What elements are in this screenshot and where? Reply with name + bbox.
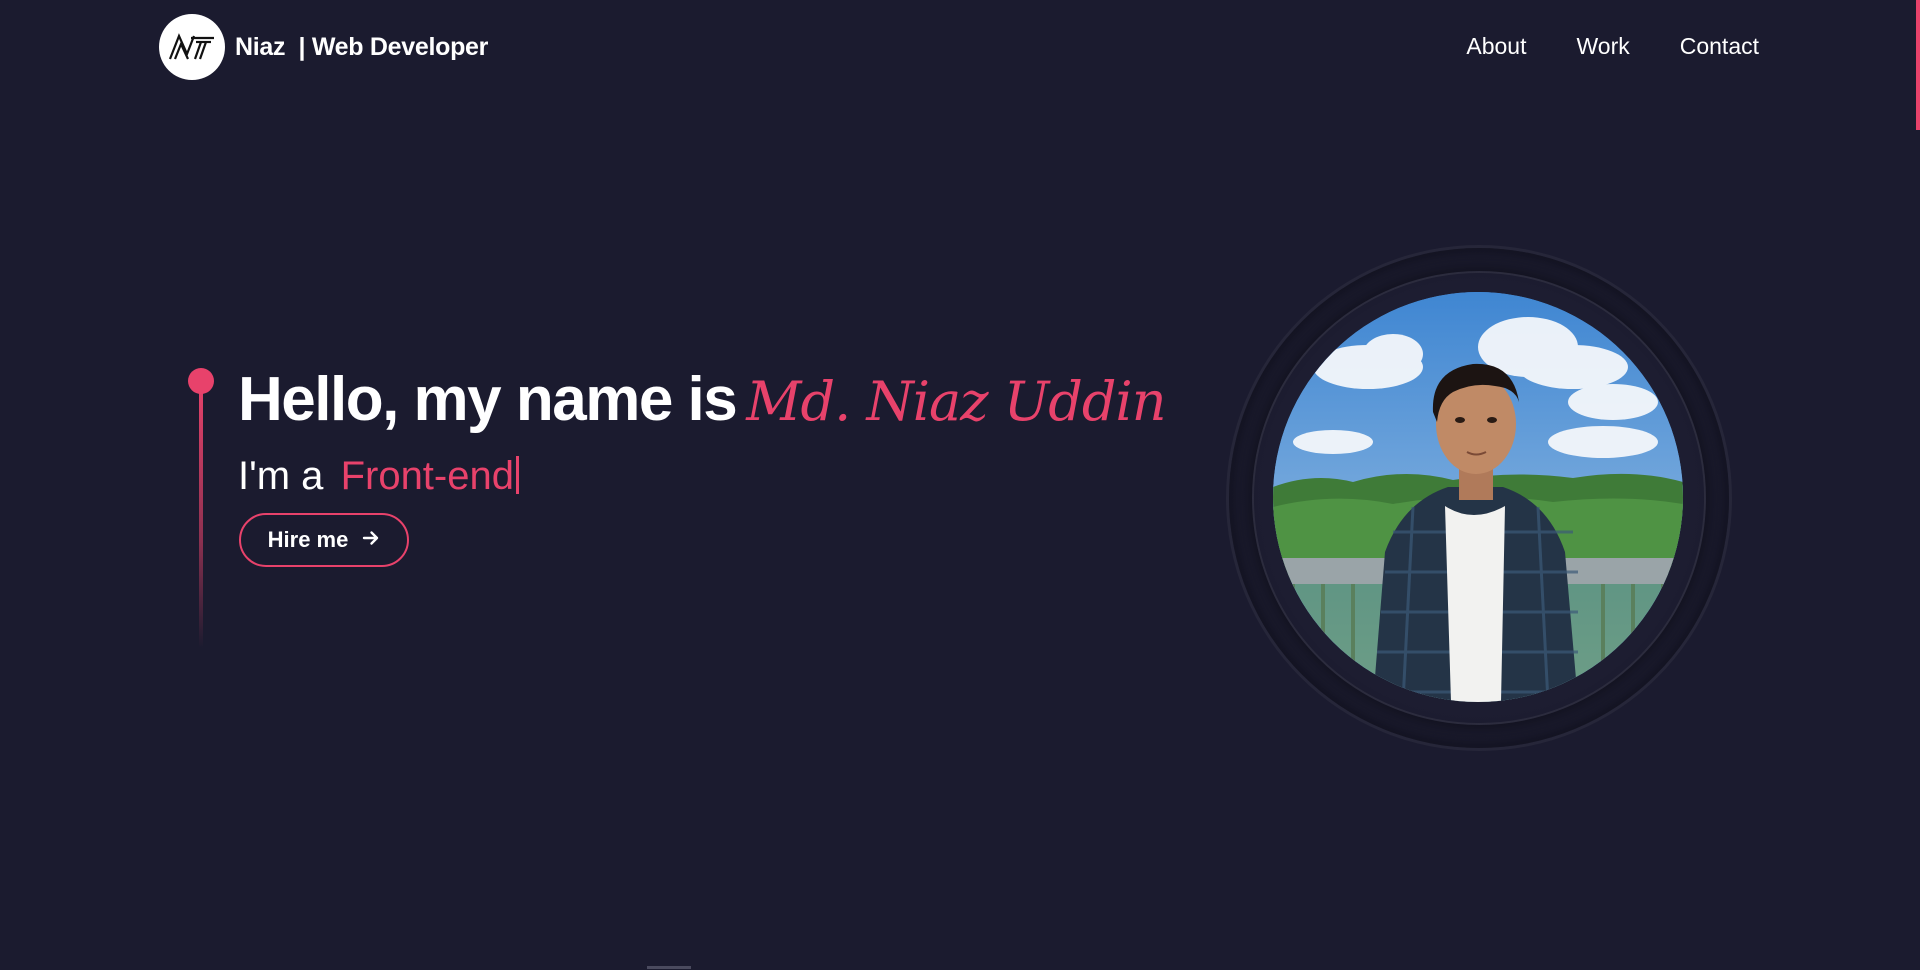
- brand-link[interactable]: Niaz | Web Developer: [159, 14, 488, 80]
- nav-item-about[interactable]: About: [1466, 30, 1526, 62]
- hero-intro-prefix: I'm a: [238, 454, 324, 498]
- bottom-scroll-hint: [647, 966, 691, 969]
- timeline-line: [199, 382, 203, 648]
- hire-me-label: Hire me: [267, 527, 349, 552]
- page: Niaz | Web Developer About Work Contact …: [0, 0, 1920, 970]
- hero-role-typed: Front-end: [340, 454, 514, 498]
- scroll-progress-indicator: [1916, 0, 1920, 130]
- main-nav: About Work Contact: [1466, 30, 1759, 62]
- arrow-right-icon: [362, 527, 380, 553]
- hero-timeline-decoration: [188, 368, 214, 648]
- hero-subtitle: I'm a Front-end: [238, 450, 519, 502]
- brand-title: Niaz | Web Developer: [235, 32, 489, 61]
- typing-cursor: [515, 456, 519, 494]
- nt-monogram-logo-icon: [159, 14, 225, 80]
- navbar: Niaz | Web Developer About Work Contact: [0, 0, 1920, 92]
- hero-heading: Hello, my name is Md. Niaz Uddin: [238, 356, 1166, 446]
- profile-photo: [1273, 292, 1683, 702]
- hero-greeting: Hello, my name is: [238, 365, 738, 434]
- nav-item-contact[interactable]: Contact: [1680, 30, 1759, 62]
- portrait-frame: [1229, 248, 1729, 748]
- nav-item-work[interactable]: Work: [1576, 30, 1629, 62]
- hire-me-button[interactable]: Hire me: [239, 513, 409, 567]
- hero-name: Md. Niaz Uddin: [746, 370, 1166, 433]
